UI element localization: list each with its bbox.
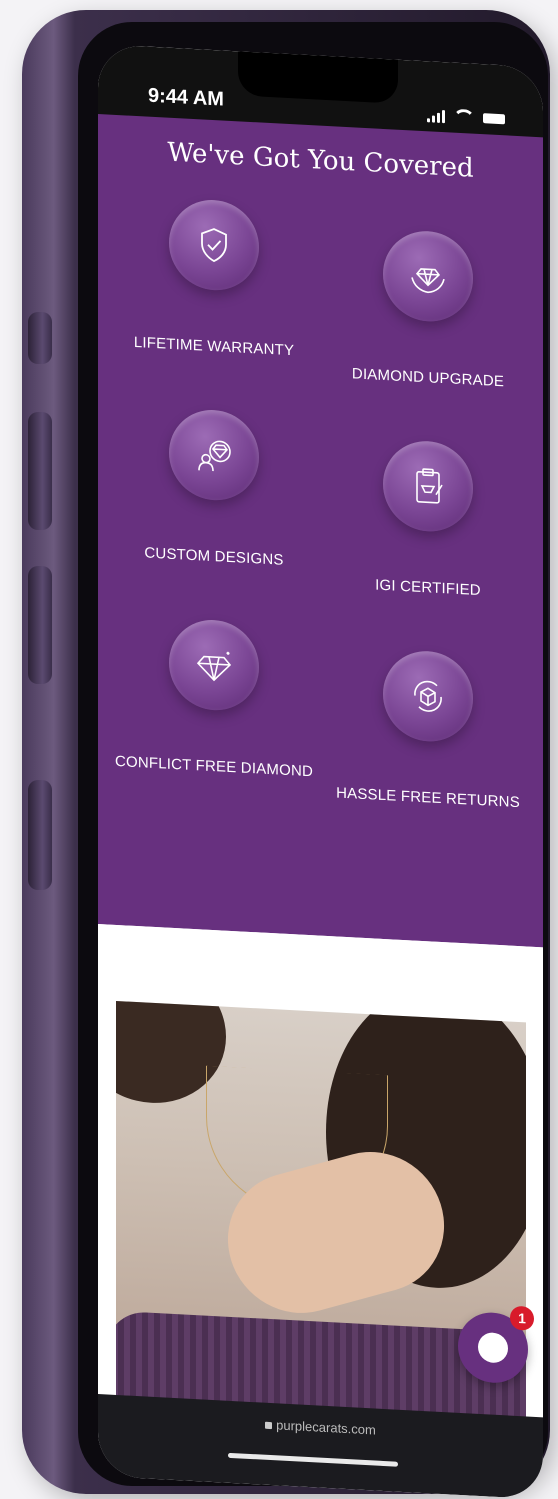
address-bar[interactable]: purplecarats.com xyxy=(98,1408,543,1446)
wifi-icon xyxy=(453,108,475,125)
feature-label: LIFETIME WARRANTY xyxy=(133,333,295,360)
battery-icon xyxy=(483,112,505,124)
feature-igi-certified: IGI CERTIFIED xyxy=(328,436,528,601)
feature-label: DIAMOND UPGRADE xyxy=(351,365,505,391)
diamond-icon xyxy=(169,617,259,713)
signal-icon xyxy=(427,108,445,123)
feature-label: CUSTOM DESIGNS xyxy=(144,544,284,569)
chat-icon xyxy=(478,1331,508,1364)
url-text: purplecarats.com xyxy=(276,1417,376,1438)
feature-hassle-free-returns: HASSLE FREE RETURNS xyxy=(328,646,528,811)
phone-screen: 9:44 AM We've Got You Covered LIFETIME W… xyxy=(98,44,543,1499)
phone-side-button-power xyxy=(28,780,52,890)
features-section: We've Got You Covered LIFETIME WARRANTY … xyxy=(98,114,543,948)
feature-diamond-upgrade: DIAMOND UPGRADE xyxy=(328,226,528,391)
feature-custom-designs: CUSTOM DESIGNS xyxy=(114,405,314,570)
section-heading: We've Got You Covered xyxy=(167,137,474,184)
custom-design-icon xyxy=(169,407,259,503)
feature-lifetime-warranty: LIFETIME WARRANTY xyxy=(114,195,314,360)
feature-label: CONFLICT FREE DIAMOND xyxy=(114,752,314,781)
certificate-icon xyxy=(383,438,473,534)
notch xyxy=(238,51,398,104)
feature-label: IGI CERTIFIED xyxy=(375,576,481,600)
home-indicator[interactable] xyxy=(228,1452,398,1467)
lock-icon xyxy=(265,1421,273,1430)
feature-conflict-free-diamond: CONFLICT FREE DIAMOND xyxy=(114,615,314,780)
phone-side-button-mute xyxy=(28,312,52,364)
phone-side-button-volume-up xyxy=(28,412,52,530)
phone-side-button-volume-down xyxy=(28,566,52,684)
shield-check-icon xyxy=(169,197,259,293)
status-time: 9:44 AM xyxy=(148,84,224,111)
chat-badge: 1 xyxy=(510,1305,534,1331)
diamond-hands-icon xyxy=(383,228,473,324)
returns-box-icon xyxy=(383,648,473,744)
status-icons xyxy=(427,107,505,126)
feature-label: HASSLE FREE RETURNS xyxy=(336,784,520,812)
